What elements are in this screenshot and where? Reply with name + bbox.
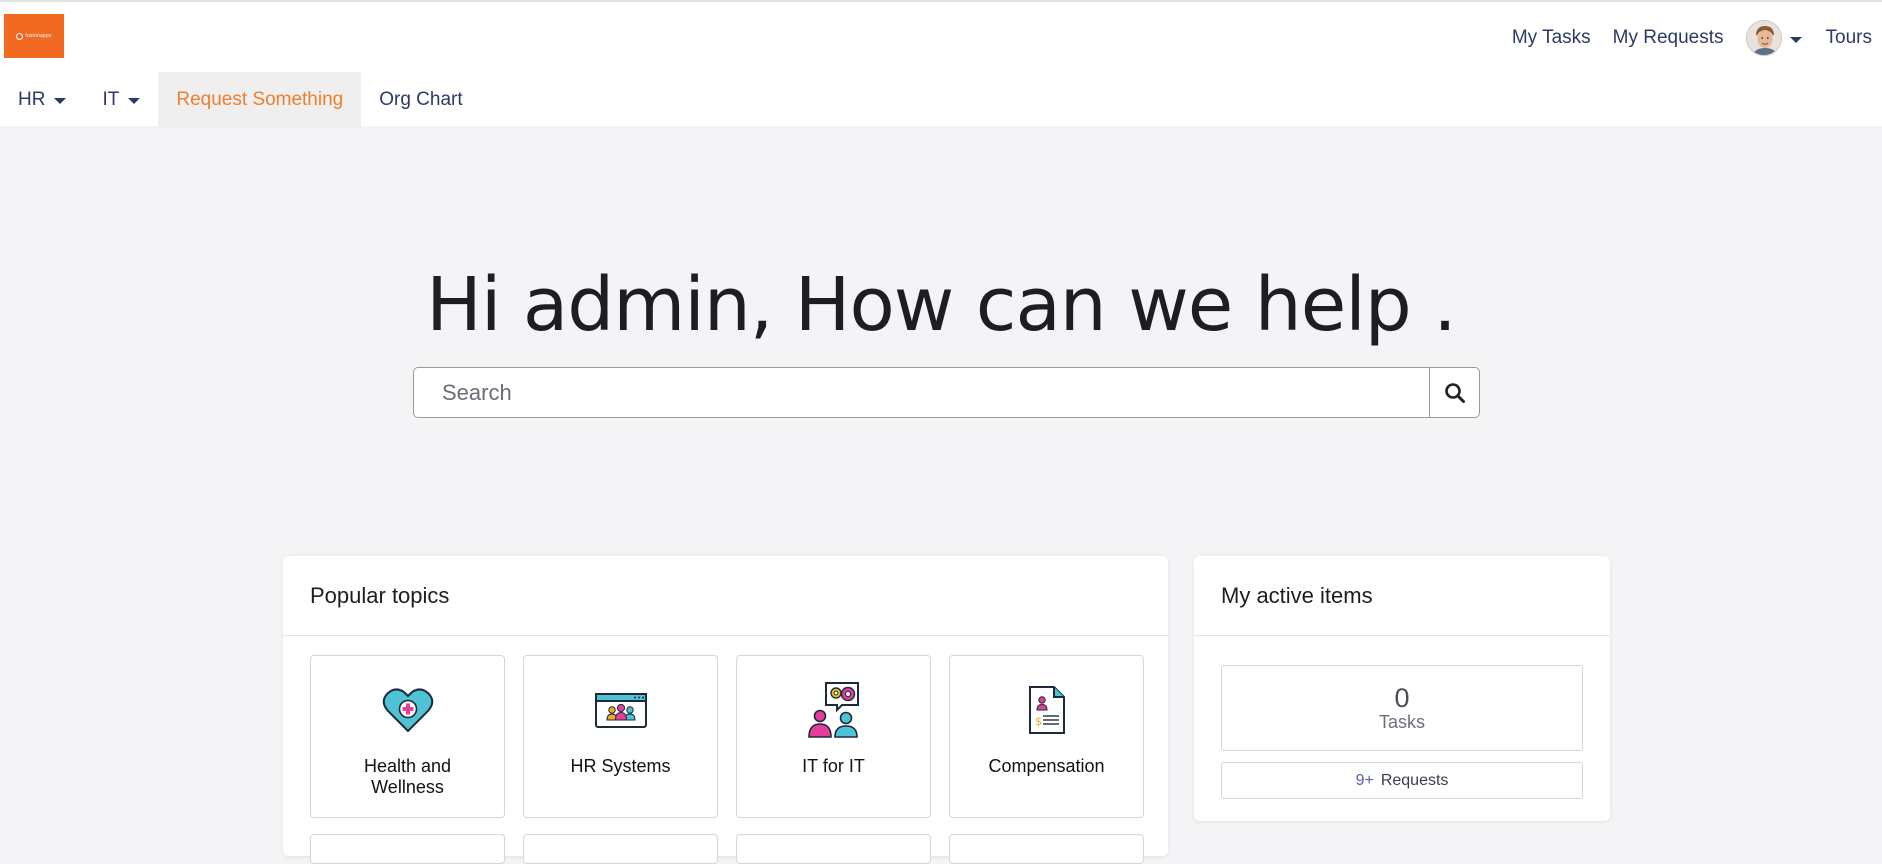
page-title: Hi admin, How can we help . (426, 262, 1457, 348)
it-support-icon (806, 682, 862, 738)
topic-label: HR Systems (570, 756, 671, 776)
header-right-links: My Tasks My Requests Tours (1490, 16, 1872, 60)
nav-request-something-label: Request Something (176, 89, 344, 110)
topic-tile[interactable] (523, 834, 718, 864)
nav-it-label: IT (102, 89, 120, 110)
user-avatar-icon (1746, 21, 1781, 55)
nav-org-chart[interactable]: Org Chart (361, 72, 480, 128)
topic-tile-compensation[interactable]: $ Compensation (949, 655, 1144, 818)
active-requests-summary[interactable]: 9+ Requests (1221, 762, 1583, 799)
tours-link[interactable]: Tours (1826, 27, 1872, 49)
logo-text: fusionapps (25, 33, 52, 39)
topic-tile[interactable] (310, 834, 505, 864)
heart-plus-icon (382, 682, 434, 738)
popular-topics-title: Popular topics (283, 556, 1168, 636)
tasks-label: Tasks (1378, 711, 1425, 732)
topic-tile[interactable] (736, 834, 931, 864)
topic-tile-it-for-it[interactable]: IT for IT (736, 655, 931, 818)
my-tasks-link[interactable]: My Tasks (1512, 27, 1591, 49)
nav-request-something[interactable]: Request Something (158, 72, 362, 128)
my-requests-link[interactable]: My Requests (1613, 27, 1724, 49)
topic-tile-health-and-wellness[interactable]: Health and Wellness (310, 655, 505, 818)
topic-label: Health and Wellness (363, 756, 452, 797)
chevron-down-icon (54, 98, 67, 104)
hr-systems-icon (594, 682, 648, 738)
main-nav: HR IT Request Something Org Chart (0, 72, 481, 128)
active-tasks-summary[interactable]: 0 Tasks (1221, 665, 1583, 751)
search-input[interactable] (414, 368, 1429, 417)
topic-tile[interactable] (949, 834, 1144, 864)
search-button[interactable] (1429, 368, 1479, 417)
compensation-document-icon: $ (1026, 682, 1068, 738)
top-header: fusionapps My Tasks My Requests Tours HR… (0, 0, 1882, 128)
nav-org-chart-label: Org Chart (379, 89, 463, 110)
logo-mark-icon (16, 32, 24, 40)
popular-topics-tiles: Health and Wellness HR Systems IT for IT… (310, 655, 1144, 818)
topic-label: Compensation (988, 756, 1105, 776)
requests-label: Requests (1380, 771, 1449, 789)
nav-hr-label: HR (18, 89, 46, 110)
search-bar (413, 367, 1480, 418)
svg-text:$: $ (1035, 715, 1042, 728)
nav-hr[interactable]: HR (0, 72, 84, 128)
company-logo[interactable]: fusionapps (4, 14, 64, 58)
user-avatar[interactable] (1745, 20, 1782, 56)
my-active-items-card: My active items 0 Tasks 9+ Requests (1194, 556, 1610, 821)
popular-topics-card: Popular topics Health and Wellness HR Sy… (283, 556, 1168, 864)
topic-tile-hr-systems[interactable]: HR Systems (523, 655, 718, 818)
topic-label: IT for IT (802, 756, 865, 776)
search-icon (1444, 382, 1465, 403)
popular-topics-tiles-row-2 (310, 834, 1144, 864)
tasks-count: 0 (1394, 682, 1410, 713)
user-menu-chevron-down-icon[interactable] (1789, 37, 1802, 43)
my-active-items-title: My active items (1194, 556, 1610, 636)
chevron-down-icon (128, 98, 141, 104)
requests-count: 9+ (1355, 771, 1374, 789)
nav-it[interactable]: IT (84, 72, 158, 128)
